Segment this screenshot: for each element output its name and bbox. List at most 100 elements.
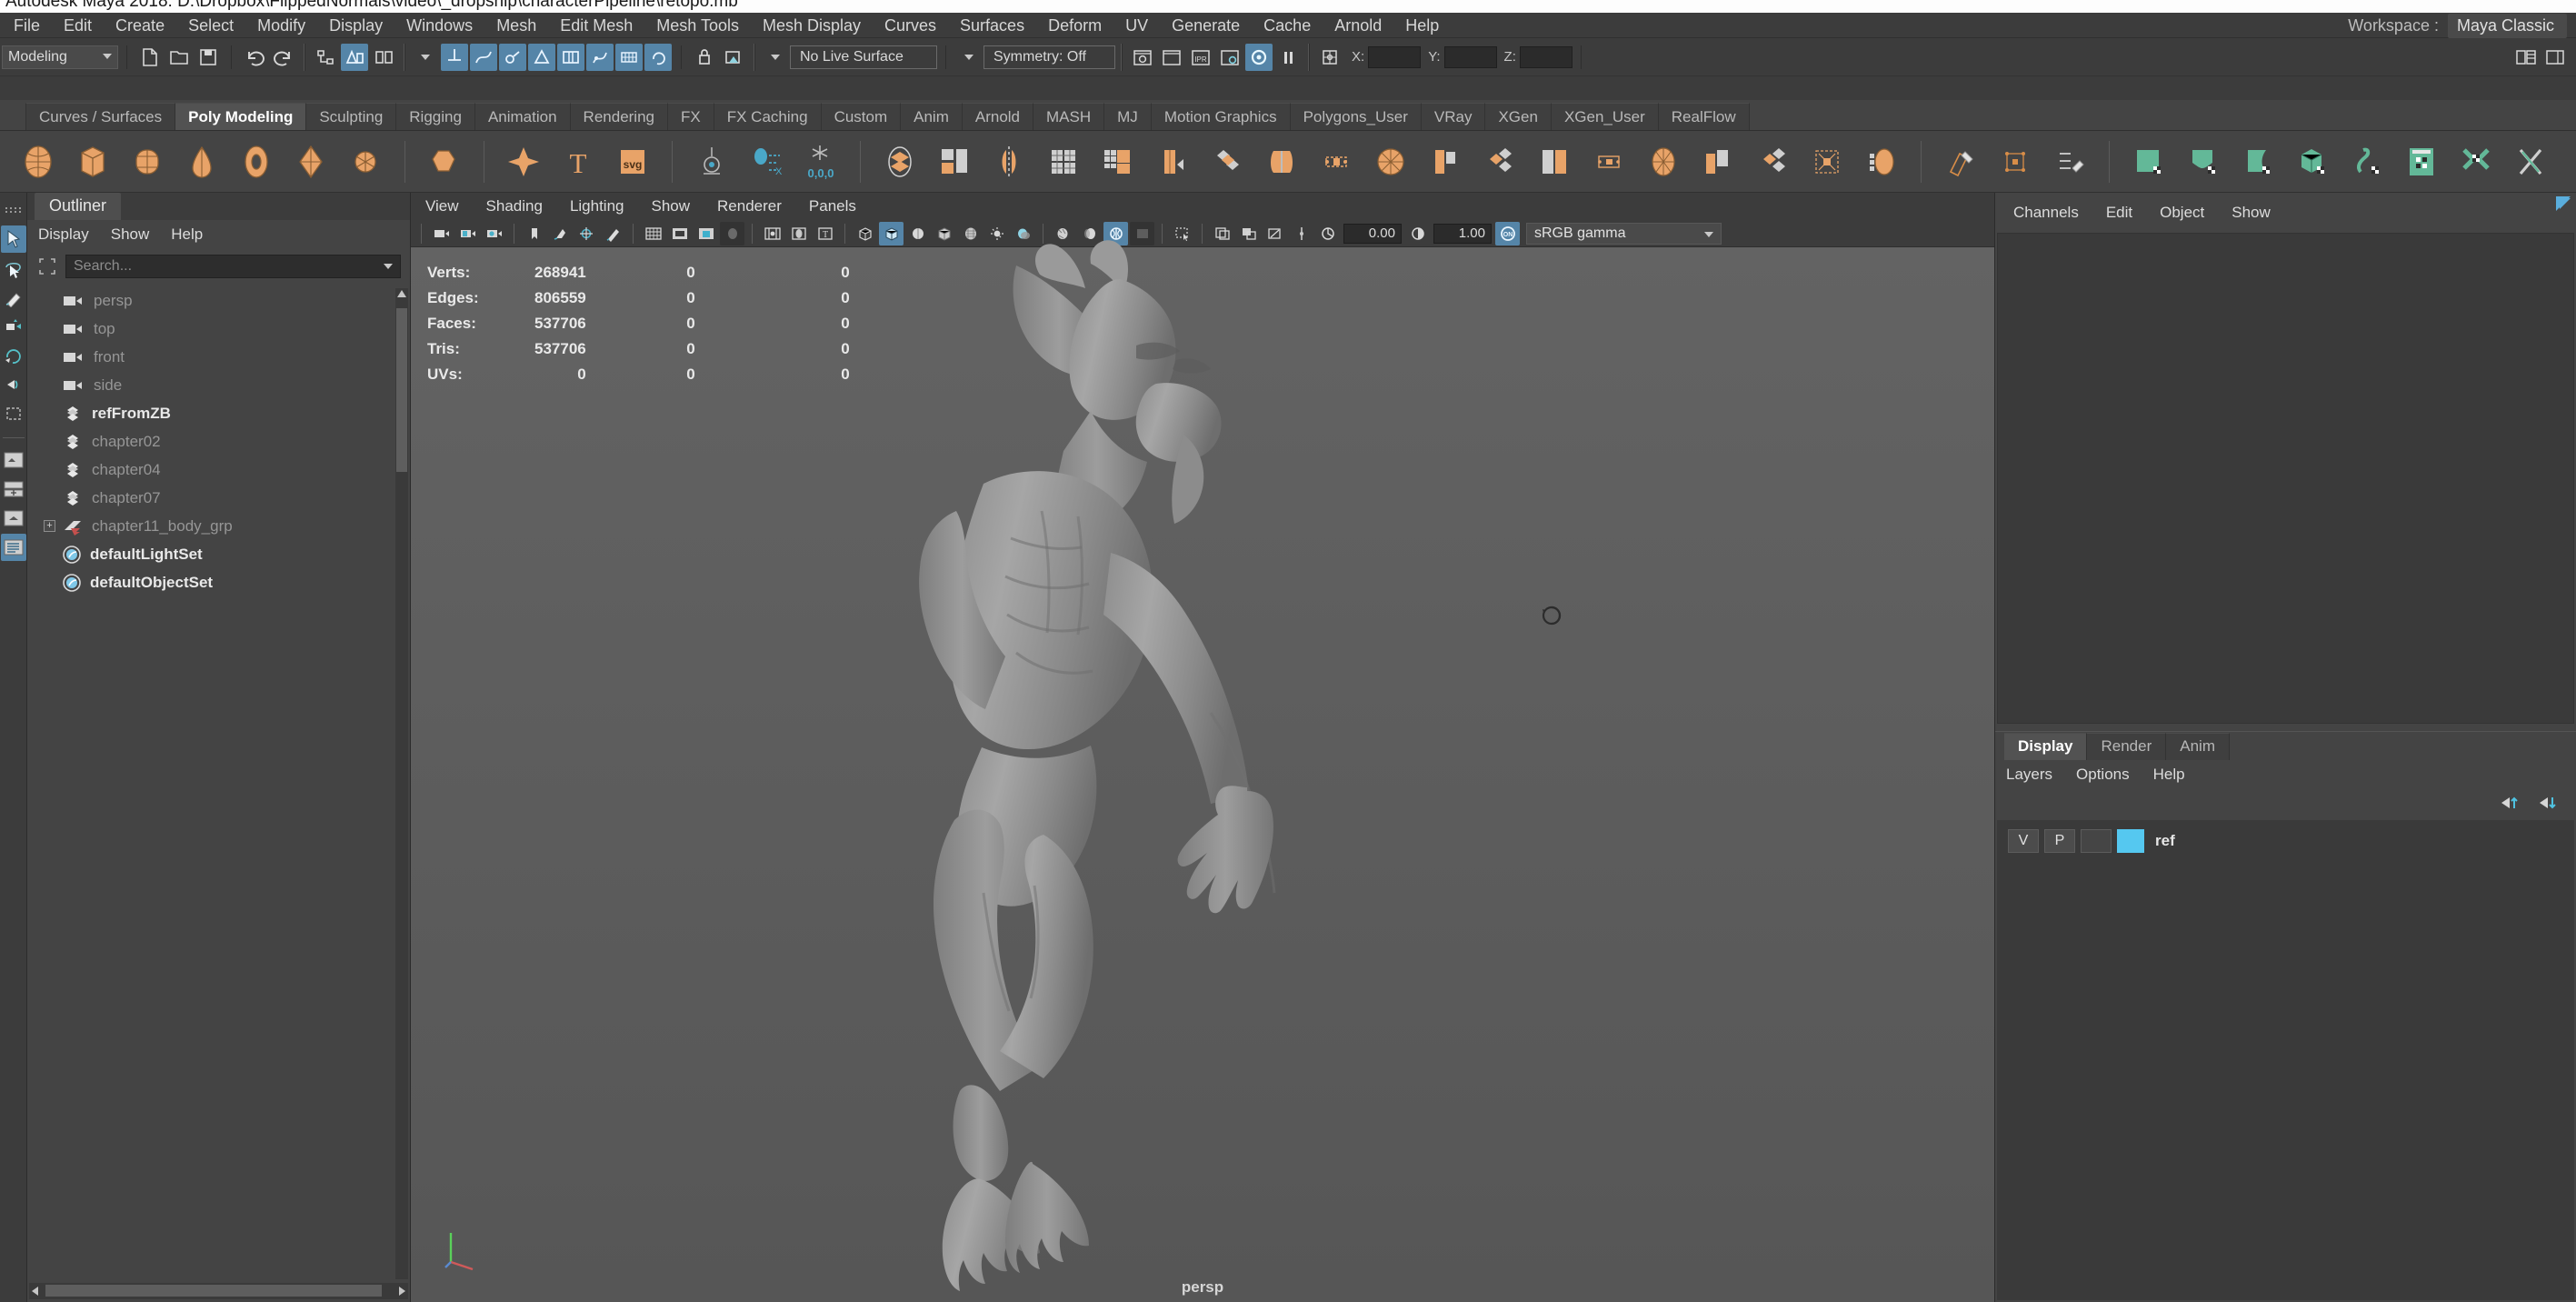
layer-type-toggle[interactable] — [2081, 829, 2112, 853]
menu-cache[interactable]: Cache — [1252, 15, 1323, 36]
menu-create[interactable]: Create — [104, 15, 176, 36]
menu-help[interactable]: Help — [1393, 15, 1451, 36]
gate-mask-icon[interactable] — [694, 222, 718, 245]
outliner-item-persp[interactable]: persp — [27, 286, 410, 315]
selection-brackets-icon[interactable] — [36, 255, 58, 277]
two-d-pan-zoom-icon[interactable] — [574, 222, 599, 245]
menu-mesh[interactable]: Mesh — [484, 15, 548, 36]
live-surface-field[interactable]: No Live Surface — [790, 45, 937, 69]
outliner-menu-show[interactable]: Show — [111, 225, 150, 244]
z-coordinate-input[interactable] — [1519, 45, 1573, 68]
layout-two-icon[interactable] — [1, 476, 26, 503]
outliner-horizontal-scrollbar[interactable] — [29, 1283, 408, 1299]
new-scene-button[interactable] — [136, 44, 164, 71]
mirror-icon[interactable] — [983, 136, 1034, 187]
snap-to-point-icon[interactable] — [499, 43, 526, 71]
channel-box-body[interactable] — [1997, 233, 2574, 724]
menu-edit-mesh[interactable]: Edit Mesh — [548, 15, 644, 36]
paint-select-tool-icon[interactable] — [1, 284, 26, 311]
outliner-item-chapter11_body_grp[interactable]: + chapter11_body_grp — [27, 512, 410, 540]
lock-camera-icon[interactable] — [455, 222, 480, 245]
workspace-value[interactable]: Maya Classic — [2447, 13, 2567, 38]
open-scene-button[interactable] — [165, 44, 193, 71]
field-chart-icon[interactable] — [720, 221, 744, 245]
grid-snap-matrix-icon[interactable] — [615, 43, 643, 71]
y-coordinate-input[interactable] — [1443, 45, 1497, 68]
layer-editor-menu-help[interactable]: Help — [2153, 766, 2185, 784]
shelf-tab-arnold[interactable]: Arnold — [962, 103, 1034, 130]
channelbox-menu-show[interactable]: Show — [2232, 204, 2271, 222]
combine-icon[interactable] — [874, 136, 925, 187]
transform-component-icon[interactable] — [1802, 136, 1852, 187]
layer-editor-tab-anim[interactable]: Anim — [2166, 733, 2230, 760]
multi-cut-icon[interactable] — [1935, 136, 1986, 187]
panel-expand-icon[interactable] — [2554, 195, 2574, 215]
xray-mode-icon[interactable] — [786, 222, 811, 245]
viewport-canvas[interactable]: Verts: 268941 0 0 Edges: 806559 0 0 Faces: 537706… — [411, 240, 1994, 1302]
component-mask-dropdown-icon[interactable] — [412, 44, 439, 71]
channelbox-menu-channels[interactable]: Channels — [2013, 204, 2079, 222]
outliner-menu-help[interactable]: Help — [171, 225, 203, 244]
menu-windows[interactable]: Windows — [394, 15, 484, 36]
render-setup-icon[interactable] — [720, 44, 747, 71]
layer-playback-toggle[interactable]: P — [2044, 829, 2075, 853]
menu-deform[interactable]: Deform — [1036, 15, 1113, 36]
symmetry-field[interactable]: Symmetry: Off — [983, 45, 1115, 69]
select-tool-icon[interactable] — [0, 225, 26, 253]
outliner-vertical-scrollbar[interactable] — [395, 288, 408, 1279]
scale-tool-icon[interactable] — [1, 371, 26, 398]
expand-toggle-icon[interactable]: + — [44, 520, 55, 532]
retopo-scissor-icon[interactable] — [2505, 136, 2556, 187]
text-overlay-icon[interactable]: T — [813, 222, 837, 245]
poly-sphere-icon[interactable] — [13, 136, 64, 187]
poly-platonic-icon[interactable] — [340, 136, 391, 187]
outliner-item-chapter04[interactable]: chapter04 — [27, 456, 410, 484]
center-pivot-icon[interactable] — [686, 136, 737, 187]
outliner-menu-display[interactable]: Display — [38, 225, 89, 244]
reduce-icon[interactable] — [1093, 136, 1143, 187]
layout-four-icon[interactable] — [1, 505, 26, 532]
layout-single-icon[interactable] — [1, 446, 26, 474]
layer-visibility-toggle[interactable]: V — [2008, 829, 2039, 853]
chevron-down-icon[interactable] — [384, 264, 393, 269]
snap-to-grid-icon[interactable] — [441, 43, 468, 71]
layer-editor-tab-display[interactable]: Display — [2004, 733, 2088, 760]
smooth-icon[interactable] — [1038, 136, 1089, 187]
poly-prism-icon[interactable] — [419, 136, 470, 187]
render-settings-icon[interactable] — [1216, 44, 1243, 71]
make-live-icon[interactable] — [586, 43, 614, 71]
merge-vertices-icon[interactable] — [1311, 136, 1362, 187]
exposure-toggle-icon[interactable] — [760, 222, 784, 245]
poly-soft-edge-icon[interactable] — [498, 136, 549, 187]
menu-mesh-tools[interactable]: Mesh Tools — [644, 15, 751, 36]
bookmark-icon[interactable] — [522, 222, 546, 245]
chamfer-icon[interactable] — [1747, 136, 1798, 187]
shelf-tab-mash[interactable]: MASH — [1033, 103, 1105, 130]
extrude-icon[interactable] — [1147, 136, 1198, 187]
pause-render-icon[interactable] — [1274, 44, 1302, 71]
redo-render-icon[interactable] — [1158, 44, 1185, 71]
toggle-modeling-toolkit-icon[interactable] — [2512, 44, 2540, 71]
construction-history-icon[interactable] — [691, 44, 718, 71]
layer-name[interactable]: ref — [2155, 832, 2175, 850]
type-tool-icon[interactable]: T — [553, 136, 604, 187]
layer-color-swatch[interactable] — [2117, 829, 2144, 853]
save-scene-button[interactable] — [195, 44, 222, 71]
menu-modify[interactable]: Modify — [245, 15, 317, 36]
menu-file[interactable]: File — [2, 15, 52, 36]
menu-set-dropdown[interactable]: Modeling — [2, 45, 118, 69]
lasso-select-tool-icon[interactable] — [1, 255, 26, 282]
shelf-tab-anim[interactable]: Anim — [901, 103, 963, 130]
menu-uv[interactable]: UV — [1113, 15, 1160, 36]
menu-edit[interactable]: Edit — [52, 15, 104, 36]
shelf-tab-fx[interactable]: FX — [668, 103, 714, 130]
menu-arnold[interactable]: Arnold — [1323, 15, 1393, 36]
live-surface-dropdown-icon[interactable] — [762, 44, 789, 71]
bevel-icon[interactable] — [1202, 136, 1253, 187]
append-polygon-icon[interactable] — [1420, 136, 1471, 187]
display-layer-row[interactable]: V Pref — [1997, 826, 2574, 856]
select-by-hierarchy-icon[interactable] — [312, 44, 339, 71]
symmetry-dropdown-icon[interactable] — [955, 44, 983, 71]
poke-face-icon[interactable] — [1529, 136, 1580, 187]
tab-outliner[interactable]: Outliner — [35, 193, 122, 220]
